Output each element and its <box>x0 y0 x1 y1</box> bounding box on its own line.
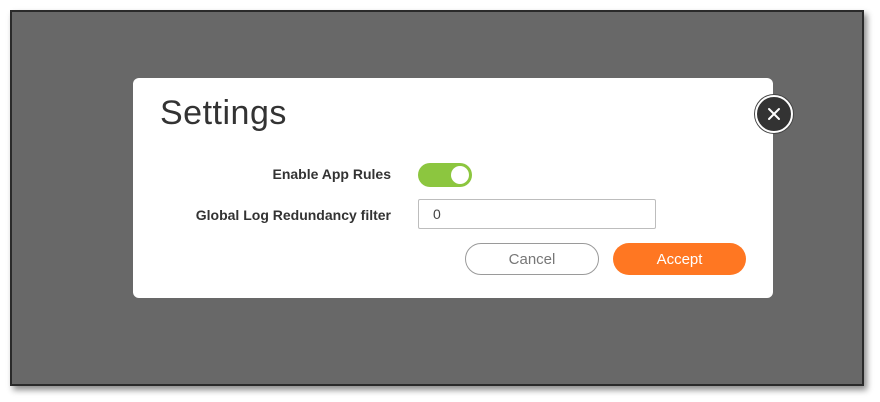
close-icon <box>768 108 780 120</box>
cancel-button[interactable]: Cancel <box>465 243 599 275</box>
global-log-redundancy-label: Global Log Redundancy filter <box>195 207 391 223</box>
close-button[interactable] <box>755 95 793 133</box>
enable-app-rules-label: Enable App Rules <box>272 166 391 182</box>
global-log-redundancy-input[interactable] <box>418 199 656 229</box>
dialog-title: Settings <box>160 94 287 132</box>
enable-app-rules-toggle[interactable] <box>418 163 472 187</box>
accept-button[interactable]: Accept <box>613 243 746 275</box>
toggle-knob <box>451 166 469 184</box>
settings-dialog: Settings Enable App Rules Global Log Red… <box>133 78 773 298</box>
